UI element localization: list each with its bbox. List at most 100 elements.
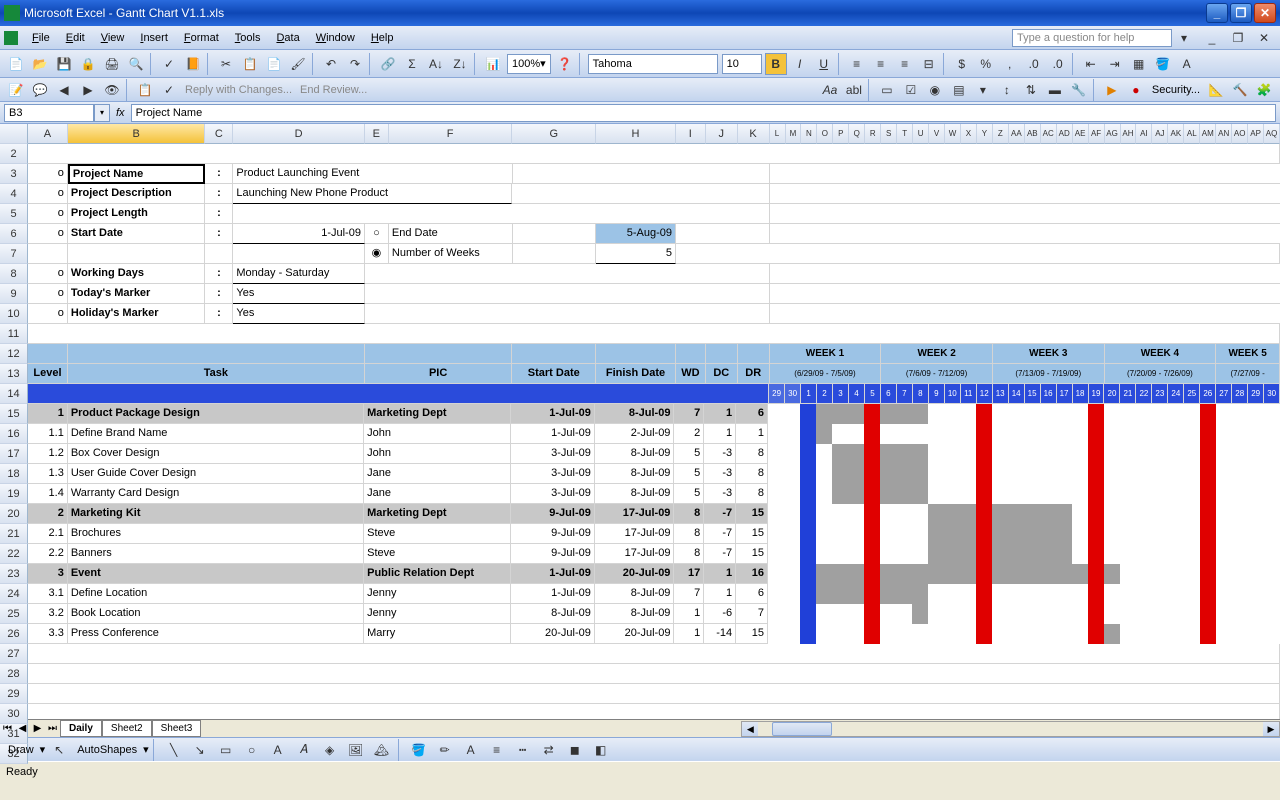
hdr-wd[interactable] xyxy=(676,344,706,364)
gantt-cell[interactable] xyxy=(1232,564,1248,584)
gantt-cell[interactable] xyxy=(1168,624,1184,644)
colon[interactable]: : xyxy=(205,284,233,304)
gantt-cell[interactable] xyxy=(1008,504,1024,524)
fd[interactable]: 20-Jul-09 xyxy=(595,624,675,644)
gantt-cell[interactable] xyxy=(1168,464,1184,484)
label[interactable]: Working Days xyxy=(68,264,206,284)
gantt-cell[interactable] xyxy=(1248,484,1264,504)
col-header-C[interactable]: C xyxy=(205,124,233,144)
day-3[interactable]: 3 xyxy=(833,384,849,404)
gantt-pad[interactable] xyxy=(770,204,1280,224)
gantt-cell[interactable] xyxy=(832,404,848,424)
day-9[interactable]: 9 xyxy=(929,384,945,404)
wd[interactable]: 7 xyxy=(674,584,704,604)
cut-icon[interactable]: ✂ xyxy=(215,53,237,75)
sd[interactable]: 9-Jul-09 xyxy=(511,544,595,564)
redo-icon[interactable]: ↷ xyxy=(344,53,366,75)
sd[interactable]: 9-Jul-09 xyxy=(511,524,595,544)
gantt-cell[interactable] xyxy=(880,524,896,544)
gantt-cell[interactable] xyxy=(1136,444,1152,464)
doc-minimize-button[interactable]: _ xyxy=(1201,27,1223,49)
gantt-cell[interactable] xyxy=(1248,624,1264,644)
gantt-cell[interactable] xyxy=(1168,544,1184,564)
name-box[interactable]: B3 xyxy=(4,104,94,122)
gantt-cell[interactable] xyxy=(1216,464,1232,484)
gantt-cell[interactable] xyxy=(1152,624,1168,644)
gantt-cell[interactable] xyxy=(976,504,992,524)
hdr-level-t[interactable]: Level xyxy=(28,364,68,384)
gantt-cell[interactable] xyxy=(768,544,784,564)
decimal-inc-icon[interactable]: .0 xyxy=(1023,53,1045,75)
gantt-cell[interactable] xyxy=(1136,464,1152,484)
gantt-cell[interactable] xyxy=(992,604,1008,624)
gantt-cell[interactable] xyxy=(1072,404,1088,424)
combo-icon[interactable]: ▾ xyxy=(972,79,994,101)
gantt-cell[interactable] xyxy=(1120,504,1136,524)
day-8[interactable]: 8 xyxy=(913,384,929,404)
gantt-cell[interactable] xyxy=(1040,544,1056,564)
pic[interactable]: Marketing Dept xyxy=(364,404,511,424)
gantt-cell[interactable] xyxy=(1184,624,1200,644)
fd[interactable]: 17-Jul-09 xyxy=(595,504,675,524)
next-comment-icon[interactable]: ▶ xyxy=(77,79,99,101)
format-painter-icon[interactable]: 🖌 xyxy=(287,53,309,75)
dr[interactable]: 7 xyxy=(736,604,768,624)
arrow-style-icon[interactable]: ⇄ xyxy=(538,739,560,761)
col-header-AD[interactable]: AD xyxy=(1057,124,1073,144)
gantt-cell[interactable] xyxy=(1136,504,1152,524)
gantt-cell[interactable] xyxy=(1264,624,1280,644)
gantt-cell[interactable] xyxy=(1184,404,1200,424)
currency-icon[interactable]: $ xyxy=(951,53,973,75)
wd[interactable]: 1 xyxy=(674,624,704,644)
gantt-cell[interactable] xyxy=(768,464,784,484)
gantt-cell[interactable] xyxy=(976,584,992,604)
col-header-AA[interactable]: AA xyxy=(1009,124,1025,144)
gantt-cell[interactable] xyxy=(1216,584,1232,604)
gantt-cell[interactable] xyxy=(896,404,912,424)
gantt-cell[interactable] xyxy=(928,424,944,444)
gantt-cell[interactable] xyxy=(976,484,992,504)
gantt-cell[interactable] xyxy=(928,564,944,584)
day-11[interactable]: 11 xyxy=(961,384,977,404)
gantt-cell[interactable] xyxy=(928,484,944,504)
track-icon[interactable]: 📋 xyxy=(134,79,156,101)
gantt-cell[interactable] xyxy=(1056,424,1072,444)
gantt-cell[interactable] xyxy=(1232,544,1248,564)
gantt-cell[interactable] xyxy=(800,464,816,484)
hdr-week-r[interactable]: (7/6/09 - 7/12/09) xyxy=(881,364,993,384)
fd[interactable]: 8-Jul-09 xyxy=(595,604,675,624)
fill-color-icon[interactable]: 🪣 xyxy=(1152,53,1174,75)
gantt-cell[interactable] xyxy=(1120,464,1136,484)
comma-icon[interactable]: , xyxy=(999,53,1021,75)
hdr-sd[interactable] xyxy=(512,344,596,364)
row-header-27[interactable]: 27 xyxy=(0,644,28,664)
bullet[interactable]: o xyxy=(28,304,68,324)
hdr-wd-t[interactable]: WD xyxy=(676,364,706,384)
gantt-cell[interactable] xyxy=(928,544,944,564)
open-icon[interactable]: 📂 xyxy=(29,53,51,75)
gantt-cell[interactable] xyxy=(1008,544,1024,564)
gantt-cell[interactable] xyxy=(1072,484,1088,504)
gantt-cell[interactable] xyxy=(1232,504,1248,524)
gantt-cell[interactable] xyxy=(832,564,848,584)
day-5[interactable]: 5 xyxy=(865,384,881,404)
menu-tools[interactable]: Tools xyxy=(227,30,269,46)
gantt-cell[interactable] xyxy=(1056,504,1072,524)
gantt-cell[interactable] xyxy=(1104,624,1120,644)
gantt-cell[interactable] xyxy=(1232,524,1248,544)
gantt-cell[interactable] xyxy=(1168,424,1184,444)
gantt-cell[interactable] xyxy=(1216,604,1232,624)
gantt-cell[interactable] xyxy=(1104,404,1120,424)
gantt-cell[interactable] xyxy=(912,424,928,444)
gantt-cell[interactable] xyxy=(1264,484,1280,504)
gantt-cell[interactable] xyxy=(1152,524,1168,544)
gantt-cell[interactable] xyxy=(768,404,784,424)
wd[interactable]: 8 xyxy=(674,524,704,544)
gantt-cell[interactable] xyxy=(1056,564,1072,584)
gantt-cell[interactable] xyxy=(928,584,944,604)
hdr-pic[interactable] xyxy=(365,344,513,364)
font-color-draw-icon[interactable]: A xyxy=(460,739,482,761)
gantt-cell[interactable] xyxy=(1184,424,1200,444)
gantt-cell[interactable] xyxy=(1040,584,1056,604)
row-header-11[interactable]: 11 xyxy=(0,324,28,344)
